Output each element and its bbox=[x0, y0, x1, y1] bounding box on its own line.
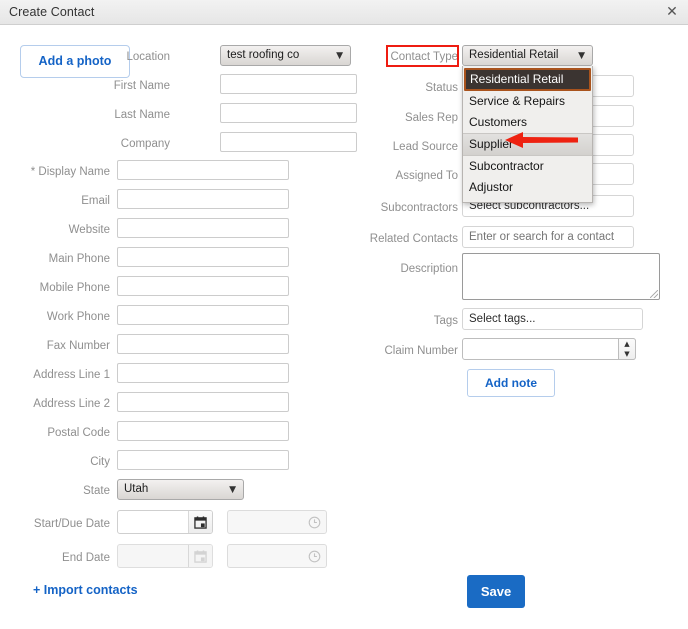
contact-type-select-value: Residential Retail bbox=[469, 49, 559, 61]
location-select[interactable]: test roofing co ▼ bbox=[220, 45, 351, 66]
description-textarea[interactable] bbox=[462, 253, 660, 300]
label-claim-number: Claim Number bbox=[384, 345, 459, 357]
label-subcontractors: Subcontractors bbox=[380, 202, 458, 214]
dropdown-option-subcontractor[interactable]: Subcontractor bbox=[463, 156, 592, 177]
claim-number-stepper[interactable]: ▲ ▼ bbox=[462, 338, 636, 360]
label-contact-type: Contact Type bbox=[390, 51, 458, 63]
label-city: City bbox=[90, 456, 110, 468]
label-work-phone: Work Phone bbox=[46, 311, 110, 323]
main-phone-input[interactable] bbox=[117, 247, 289, 267]
website-input[interactable] bbox=[117, 218, 289, 238]
save-button[interactable]: Save bbox=[467, 575, 525, 608]
last-name-input[interactable] bbox=[220, 103, 357, 123]
label-tags: Tags bbox=[433, 315, 458, 327]
dropdown-option-adjustor[interactable]: Adjustor bbox=[463, 177, 592, 198]
label-lead-source: Lead Source bbox=[392, 141, 458, 153]
postal-code-input[interactable] bbox=[117, 421, 289, 441]
dropdown-option-customers[interactable]: Customers bbox=[463, 112, 592, 133]
start-due-date-input[interactable] bbox=[117, 510, 213, 534]
add-note-button[interactable]: Add note bbox=[467, 369, 555, 397]
city-input[interactable] bbox=[117, 450, 289, 470]
work-phone-input[interactable] bbox=[117, 305, 289, 325]
label-assigned-to: Assigned To bbox=[395, 170, 458, 182]
label-state: State bbox=[83, 485, 110, 497]
company-input[interactable] bbox=[220, 132, 357, 152]
import-contacts-link[interactable]: + Import contacts bbox=[33, 583, 138, 597]
chevron-down-icon: ▼ bbox=[578, 51, 585, 61]
state-select[interactable]: Utah ▼ bbox=[117, 479, 244, 500]
start-due-time-input[interactable] bbox=[227, 510, 327, 534]
label-location: Location bbox=[126, 51, 170, 63]
label-website: Website bbox=[68, 224, 110, 236]
window-titlebar: Create Contact ✕ bbox=[0, 0, 688, 25]
label-postal-code: Postal Code bbox=[47, 427, 110, 439]
tags-select[interactable]: Select tags... bbox=[462, 308, 643, 330]
label-start-due-date: Start/Due Date bbox=[33, 518, 110, 530]
label-company: Company bbox=[120, 138, 170, 150]
address-line-2-input[interactable] bbox=[117, 392, 289, 412]
calendar-icon[interactable] bbox=[188, 511, 212, 533]
label-last-name: Last Name bbox=[114, 109, 170, 121]
mobile-phone-input[interactable] bbox=[117, 276, 289, 296]
tags-value: Select tags... bbox=[469, 313, 536, 325]
label-main-phone: Main Phone bbox=[48, 253, 110, 265]
display-name-input[interactable] bbox=[117, 160, 289, 180]
label-mobile-phone: Mobile Phone bbox=[39, 282, 110, 294]
resize-grip-icon[interactable] bbox=[650, 290, 658, 298]
label-related-contacts: Related Contacts bbox=[369, 233, 458, 245]
label-email: Email bbox=[81, 195, 110, 207]
label-sales-rep: Sales Rep bbox=[404, 112, 458, 124]
location-select-value: test roofing co bbox=[227, 49, 300, 61]
stepper-down-icon[interactable]: ▼ bbox=[619, 349, 635, 359]
close-icon[interactable]: ✕ bbox=[664, 4, 680, 20]
dropdown-option-supplier[interactable]: Supplier bbox=[463, 133, 592, 156]
calendar-icon[interactable] bbox=[188, 545, 212, 567]
label-status: Status bbox=[425, 82, 458, 94]
end-date-input[interactable] bbox=[117, 544, 213, 568]
fax-number-input[interactable] bbox=[117, 334, 289, 354]
stepper-up-icon[interactable]: ▲ bbox=[619, 339, 635, 349]
clock-icon[interactable] bbox=[302, 511, 326, 533]
label-display-name: * Display Name bbox=[30, 166, 110, 178]
dropdown-option-service-repairs[interactable]: Service & Repairs bbox=[463, 91, 592, 112]
contact-type-select[interactable]: Residential Retail ▼ bbox=[462, 45, 593, 66]
label-fax-number: Fax Number bbox=[46, 340, 110, 352]
label-address-line-2: Address Line 2 bbox=[33, 398, 110, 410]
contact-type-dropdown-list[interactable]: Residential Retail Service & Repairs Cus… bbox=[462, 66, 593, 203]
label-first-name: First Name bbox=[113, 80, 170, 92]
label-address-line-1: Address Line 1 bbox=[33, 369, 110, 381]
label-description: Description bbox=[400, 263, 458, 275]
clock-icon[interactable] bbox=[302, 545, 326, 567]
stepper-buttons[interactable]: ▲ ▼ bbox=[618, 338, 636, 360]
label-end-date: End Date bbox=[62, 552, 110, 564]
chevron-down-icon: ▼ bbox=[336, 51, 343, 61]
window-title: Create Contact bbox=[9, 5, 95, 19]
state-select-value: Utah bbox=[124, 483, 149, 495]
chevron-down-icon: ▼ bbox=[229, 485, 236, 495]
address-line-1-input[interactable] bbox=[117, 363, 289, 383]
related-contacts-input[interactable] bbox=[462, 226, 634, 248]
email-input[interactable] bbox=[117, 189, 289, 209]
dropdown-option-residential-retail[interactable]: Residential Retail bbox=[464, 68, 591, 91]
first-name-input[interactable] bbox=[220, 74, 357, 94]
end-time-input[interactable] bbox=[227, 544, 327, 568]
